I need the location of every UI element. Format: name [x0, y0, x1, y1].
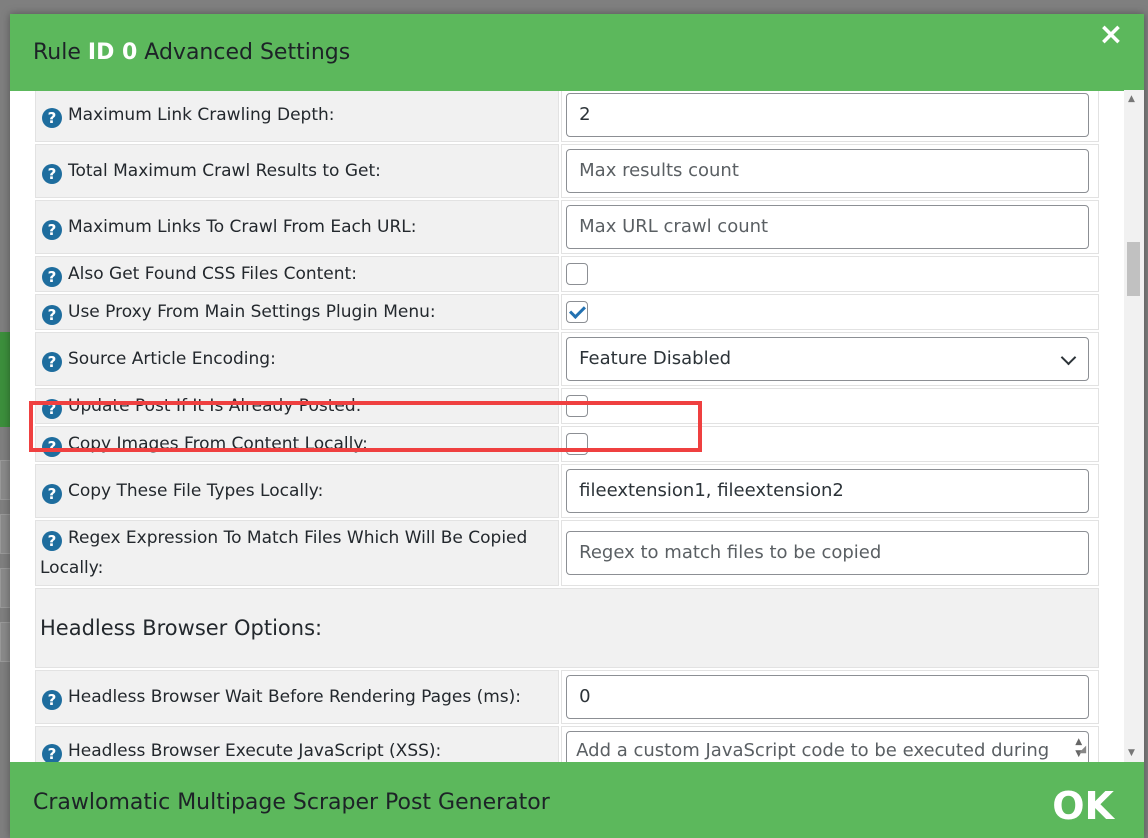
help-icon[interactable]: ?: [42, 484, 62, 504]
max-links-input[interactable]: Max URL crawl count: [566, 205, 1090, 249]
help-icon[interactable]: ?: [42, 690, 62, 710]
table-row: ? Maximum Link Crawling Depth: 2: [35, 91, 1099, 142]
section-heading: Headless Browser Options:: [35, 588, 1099, 668]
help-icon[interactable]: ?: [42, 437, 62, 457]
help-icon[interactable]: ?: [42, 108, 62, 128]
setting-value-cell: fileextension1, fileextension2: [561, 464, 1099, 518]
advanced-settings-modal: Rule ID 0 Advanced Settings × ? Maximum L…: [10, 14, 1144, 838]
background-panel: [0, 332, 10, 427]
setting-label-cell: ? Total Maximum Crawl Results to Get:: [35, 144, 560, 198]
table-row: ? Headless Browser Wait Before Rendering …: [35, 670, 1099, 724]
setting-label-cell: ? Regex Expression To Match Files Which W…: [35, 520, 560, 586]
table-row: ? Update Post If It Is Already Posted:: [35, 388, 1099, 424]
settings-table: ? Maximum Link Crawling Depth: 2 ? Total M…: [33, 91, 1101, 762]
setting-value-cell: [561, 388, 1099, 424]
setting-value-cell: 0: [561, 670, 1099, 724]
setting-label-cell: ? Maximum Links To Crawl From Each URL:: [35, 200, 560, 254]
regex-label: Regex Expression To Match Files Which Wi…: [40, 528, 528, 578]
max-depth-label: Maximum Link Crawling Depth:: [68, 105, 335, 125]
ok-button[interactable]: OK: [1052, 784, 1114, 828]
setting-label-cell: ? Headless Browser Execute JavaScript (XS…: [35, 726, 560, 762]
max-depth-input[interactable]: 2: [566, 93, 1090, 137]
setting-value-cell: Max URL crawl count: [561, 200, 1099, 254]
use-proxy-checkbox[interactable]: [566, 301, 589, 323]
encoding-label: Source Article Encoding:: [68, 349, 276, 369]
help-icon[interactable]: ?: [42, 164, 62, 184]
max-results-label: Total Maximum Crawl Results to Get:: [68, 161, 381, 181]
file-types-label: Copy These File Types Locally:: [68, 481, 324, 501]
table-row: ? Also Get Found CSS Files Content:: [35, 256, 1099, 292]
use-proxy-label: Use Proxy From Main Settings Plugin Menu…: [68, 302, 436, 322]
help-icon[interactable]: ?: [42, 267, 62, 287]
max-links-label: Maximum Links To Crawl From Each URL:: [68, 217, 417, 237]
setting-value-cell: Feature Disabled: [561, 332, 1099, 386]
file-types-input[interactable]: fileextension1, fileextension2: [566, 469, 1090, 513]
headless-js-placeholder: Add a custom JavaScript code to be execu…: [576, 740, 1050, 761]
table-row: ? Copy Images From Content Locally:: [35, 426, 1099, 462]
modal-header: Rule ID 0 Advanced Settings ×: [10, 14, 1144, 91]
table-row: ? Source Article Encoding: Feature Disabl…: [35, 332, 1099, 386]
setting-label-cell: ? Also Get Found CSS Files Content:: [35, 256, 560, 292]
encoding-select[interactable]: Feature Disabled: [566, 337, 1090, 381]
setting-value-cell: 2: [561, 91, 1099, 142]
modal-body: ? Maximum Link Crawling Depth: 2 ? Total M…: [10, 91, 1144, 762]
rule-id: ID 0: [87, 40, 138, 65]
modal-title: Rule ID 0 Advanced Settings: [33, 38, 350, 68]
setting-value-cell: [561, 256, 1099, 292]
update-post-checkbox[interactable]: [566, 395, 589, 417]
scrollbar-thumb[interactable]: [1127, 242, 1140, 296]
headless-js-label: Headless Browser Execute JavaScript (XSS…: [68, 741, 442, 761]
chevron-down-icon: [1060, 349, 1077, 366]
setting-label-cell: ? Headless Browser Wait Before Rendering …: [35, 670, 560, 724]
table-row: ? Regex Expression To Match Files Which W…: [35, 520, 1099, 586]
setting-label-cell: ? Maximum Link Crawling Depth:: [35, 91, 560, 142]
table-row: ? Maximum Links To Crawl From Each URL: M…: [35, 200, 1099, 254]
copy-images-label: Copy Images From Content Locally:: [68, 434, 368, 454]
setting-label-cell: ? Source Article Encoding:: [35, 332, 560, 386]
encoding-selected-value: Feature Disabled: [579, 348, 732, 369]
headless-wait-label: Headless Browser Wait Before Rendering P…: [68, 687, 521, 707]
table-row: ? Total Maximum Crawl Results to Get: Max…: [35, 144, 1099, 198]
table-row: ? Copy These File Types Locally: fileexte…: [35, 464, 1099, 518]
scroll-down-icon[interactable]: ▼: [1128, 748, 1135, 758]
help-icon[interactable]: ?: [42, 305, 62, 325]
help-icon[interactable]: ?: [42, 352, 62, 372]
title-suffix: Advanced Settings: [137, 40, 351, 65]
setting-label-cell: ? Use Proxy From Main Settings Plugin Men…: [35, 294, 560, 330]
setting-value-cell: Add a custom JavaScript code to be execu…: [561, 726, 1099, 762]
copy-images-checkbox[interactable]: [566, 433, 589, 455]
regex-input[interactable]: Regex to match files to be copied: [566, 531, 1090, 575]
setting-label-cell: ? Update Post If It Is Already Posted:: [35, 388, 560, 424]
table-row: Headless Browser Options:: [35, 588, 1099, 668]
css-files-checkbox[interactable]: [566, 263, 589, 285]
table-row: ? Use Proxy From Main Settings Plugin Men…: [35, 294, 1099, 330]
setting-value-cell: Max results count: [561, 144, 1099, 198]
headless-wait-input[interactable]: 0: [566, 675, 1090, 719]
close-button[interactable]: ×: [1096, 18, 1126, 52]
setting-label-cell: ? Copy Images From Content Locally:: [35, 426, 560, 462]
update-post-label: Update Post If It Is Already Posted:: [68, 396, 362, 416]
setting-value-cell: Regex to match files to be copied: [561, 520, 1099, 586]
setting-value-cell: [561, 426, 1099, 462]
scrollbar[interactable]: ▲ ▼: [1124, 90, 1144, 762]
title-prefix: Rule: [33, 40, 88, 65]
setting-value-cell: [561, 294, 1099, 330]
css-files-label: Also Get Found CSS Files Content:: [68, 264, 357, 284]
help-icon[interactable]: ?: [42, 220, 62, 240]
help-icon[interactable]: ?: [42, 399, 62, 419]
setting-label-cell: ? Copy These File Types Locally:: [35, 464, 560, 518]
max-results-input[interactable]: Max results count: [566, 149, 1090, 193]
help-icon[interactable]: ?: [42, 531, 62, 551]
resize-handle-icon[interactable]: ◢: [1078, 732, 1086, 762]
headless-js-textarea[interactable]: Add a custom JavaScript code to be execu…: [566, 731, 1090, 762]
footer-title: Crawlomatic Multipage Scraper Post Gener…: [33, 790, 550, 815]
modal-footer: Crawlomatic Multipage Scraper Post Gener…: [10, 762, 1144, 838]
table-row: ? Headless Browser Execute JavaScript (XS…: [35, 726, 1099, 762]
help-icon[interactable]: ?: [42, 744, 62, 762]
scroll-up-icon[interactable]: ▲: [1128, 94, 1135, 104]
